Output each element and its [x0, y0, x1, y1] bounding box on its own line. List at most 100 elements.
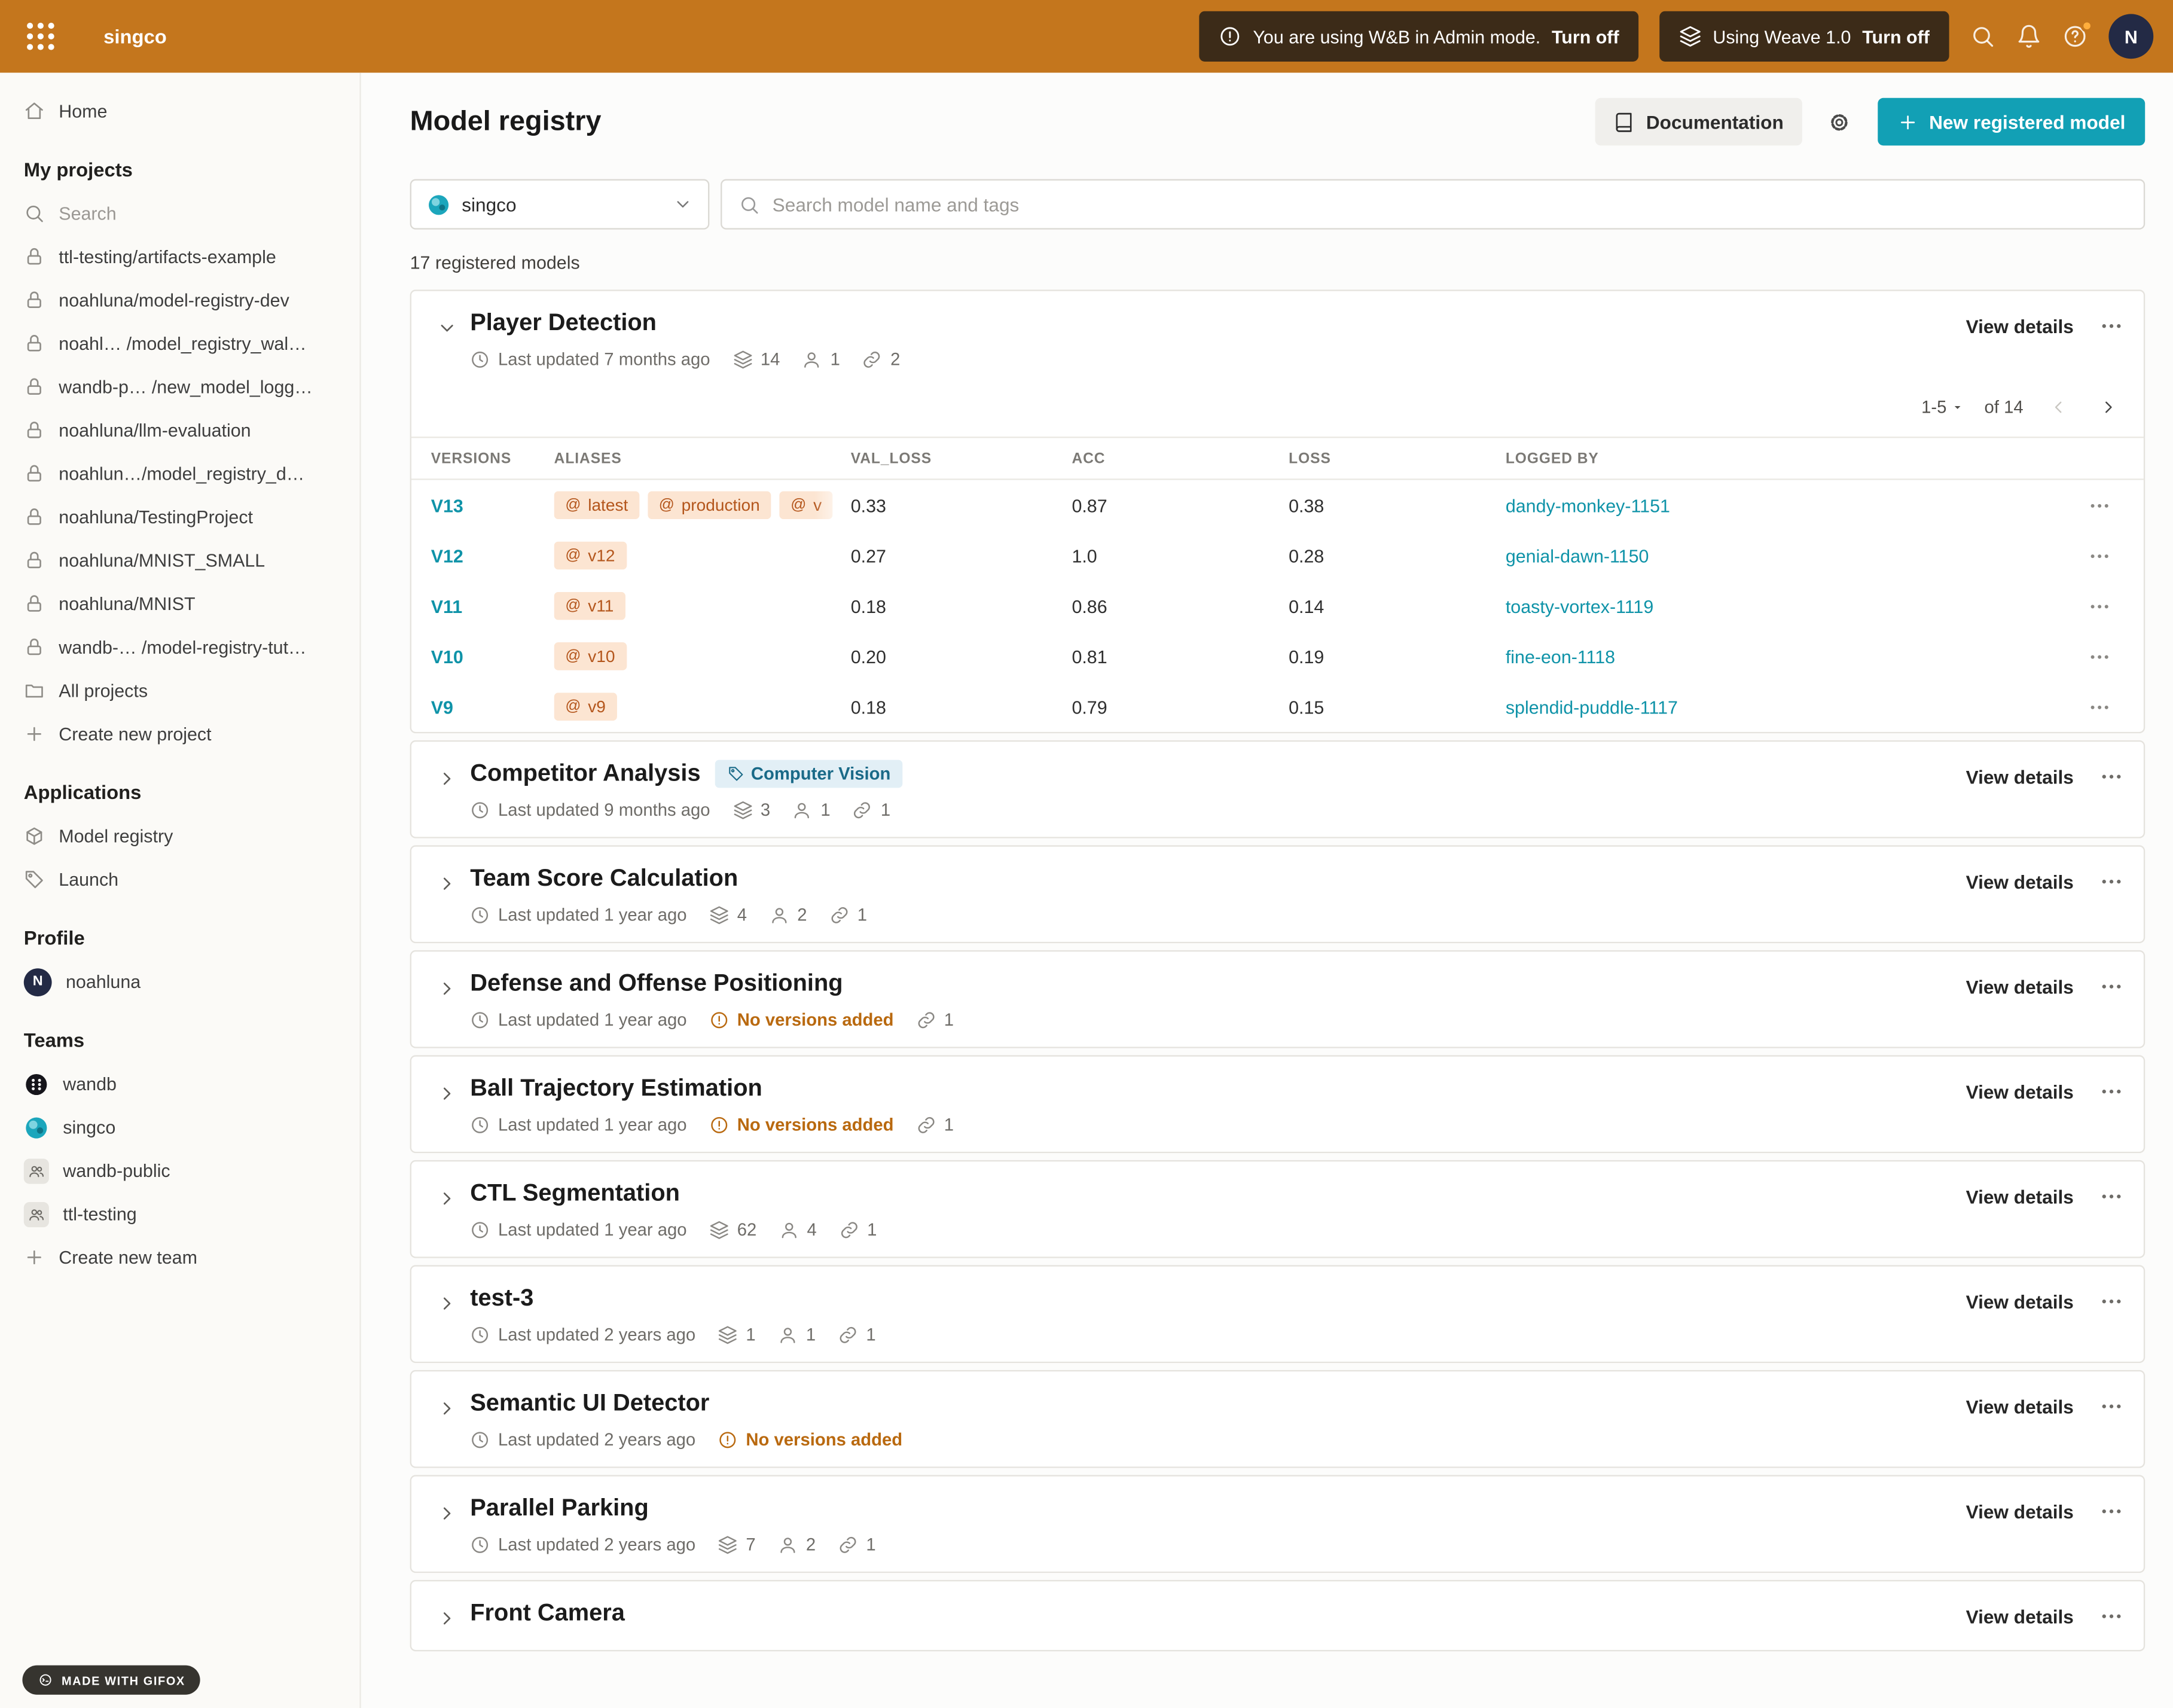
sidebar-item-model-registry[interactable]: Model registry	[0, 815, 359, 858]
wandb-logo-icon[interactable]	[20, 16, 62, 57]
help-icon[interactable]	[2062, 24, 2087, 49]
sidebar-team-wandb[interactable]: wandb	[0, 1062, 359, 1106]
view-details-button[interactable]: View details	[1966, 1291, 2074, 1312]
row-menu-icon[interactable]	[2087, 695, 2144, 719]
sidebar-search-input[interactable]	[59, 203, 335, 224]
model-title[interactable]: Defense and Offense Positioning	[470, 970, 843, 998]
next-page-button[interactable]	[2093, 392, 2124, 422]
expand-chevron[interactable]	[431, 1288, 462, 1318]
more-menu-icon[interactable]	[2099, 1604, 2124, 1629]
expand-chevron[interactable]	[431, 1182, 462, 1213]
sidebar-item-launch[interactable]: Launch	[0, 858, 359, 901]
sidebar-team-wandb-public[interactable]: wandb-public	[0, 1149, 359, 1192]
layers-icon	[718, 1535, 738, 1555]
expand-chevron[interactable]	[431, 972, 462, 1003]
bell-icon[interactable]	[2016, 24, 2041, 49]
sidebar-project-item[interactable]: noahluna/model-registry-dev	[0, 279, 359, 322]
model-title[interactable]: test-3	[470, 1285, 533, 1313]
new-registered-model-button[interactable]: New registered model	[1878, 98, 2145, 146]
expand-chevron[interactable]	[431, 868, 462, 898]
expand-chevron[interactable]	[431, 1392, 462, 1423]
sidebar-project-item[interactable]: noahlun…/model_registry_d…	[0, 452, 359, 496]
version-link[interactable]: V11	[431, 596, 554, 617]
more-menu-icon[interactable]	[2099, 1289, 2124, 1314]
view-details-button[interactable]: View details	[1966, 976, 2074, 997]
row-menu-icon[interactable]	[2087, 544, 2144, 568]
sidebar-project-item[interactable]: noahluna/TestingProject	[0, 495, 359, 539]
more-menu-icon[interactable]	[2099, 1184, 2124, 1209]
view-details-button[interactable]: View details	[1966, 1186, 2074, 1207]
page-size-dropdown[interactable]: 1-5	[1921, 398, 1965, 417]
more-menu-icon[interactable]	[2099, 1394, 2124, 1419]
settings-button[interactable]	[1816, 98, 1864, 146]
view-details-button[interactable]: View details	[1966, 316, 2074, 337]
prev-page-button[interactable]	[2043, 392, 2073, 422]
model-title[interactable]: Front Camera	[470, 1600, 625, 1628]
view-details-button[interactable]: View details	[1966, 1606, 2074, 1627]
new-model-label: New registered model	[1929, 111, 2125, 132]
weave-turn-off-button[interactable]: Turn off	[1862, 26, 1930, 47]
user-avatar[interactable]: N	[2108, 14, 2153, 59]
more-menu-icon[interactable]	[2099, 1079, 2124, 1104]
sidebar-project-item[interactable]: noahluna/MNIST	[0, 582, 359, 626]
project-label: wandb-p… /new_model_logg…	[59, 376, 312, 397]
expand-chevron[interactable]	[431, 1078, 462, 1108]
expand-chevron[interactable]	[431, 1602, 462, 1633]
more-menu-icon[interactable]	[2099, 869, 2124, 894]
model-search-input[interactable]	[773, 194, 2127, 215]
model-title[interactable]: CTL Segmentation	[470, 1180, 680, 1208]
documentation-button[interactable]: Documentation	[1596, 98, 1802, 146]
version-link[interactable]: V13	[431, 495, 554, 516]
view-details-button[interactable]: View details	[1966, 766, 2074, 787]
sidebar-item-home[interactable]: Home	[0, 90, 359, 133]
sidebar-project-item[interactable]: noahluna/MNIST_SMALL	[0, 539, 359, 582]
run-link[interactable]: toasty-vortex-1119	[1506, 596, 2087, 617]
more-menu-icon[interactable]	[2099, 974, 2124, 999]
pagination-total: of 14	[1985, 398, 2024, 417]
view-details-button[interactable]: View details	[1966, 1081, 2074, 1102]
sidebar-search[interactable]	[0, 192, 359, 236]
sidebar-project-item[interactable]: wandb-p… /new_model_logg…	[0, 365, 359, 409]
run-link[interactable]: dandy-monkey-1151	[1506, 495, 2087, 516]
sidebar-item-profile[interactable]: N noahluna	[0, 960, 359, 1004]
sidebar-team-singco[interactable]: singco	[0, 1106, 359, 1149]
run-link[interactable]: fine-eon-1118	[1506, 646, 2087, 667]
row-menu-icon[interactable]	[2087, 645, 2144, 669]
model-title[interactable]: Semantic UI Detector	[470, 1390, 709, 1418]
model-title[interactable]: Competitor Analysis	[470, 760, 700, 788]
view-details-button[interactable]: View details	[1966, 1501, 2074, 1522]
more-menu-icon[interactable]	[2099, 764, 2124, 789]
run-link[interactable]: genial-dawn-1150	[1506, 545, 2087, 566]
collapse-chevron[interactable]	[431, 312, 462, 343]
version-link[interactable]: V12	[431, 545, 554, 566]
sidebar-team-ttl-testing[interactable]: ttl-testing	[0, 1192, 359, 1236]
view-details-button[interactable]: View details	[1966, 1396, 2074, 1417]
more-menu-icon[interactable]	[2099, 313, 2124, 338]
expand-chevron[interactable]	[431, 1497, 462, 1528]
model-title[interactable]: Parallel Parking	[470, 1494, 649, 1523]
model-title[interactable]: Player Detection	[470, 309, 657, 337]
version-link[interactable]: V10	[431, 646, 554, 667]
more-menu-icon[interactable]	[2099, 1499, 2124, 1524]
view-details-button[interactable]: View details	[1966, 871, 2074, 892]
sidebar-item-all-projects[interactable]: All projects	[0, 669, 359, 713]
row-menu-icon[interactable]	[2087, 594, 2144, 618]
sidebar-project-item[interactable]: wandb-… /model-registry-tut…	[0, 626, 359, 669]
sidebar-project-item[interactable]: noahl… /model_registry_wal…	[0, 322, 359, 365]
sidebar-item-create-project[interactable]: Create new project	[0, 712, 359, 756]
row-menu-icon[interactable]	[2087, 493, 2144, 517]
search-icon[interactable]	[1970, 24, 1995, 49]
admin-turn-off-button[interactable]: Turn off	[1552, 26, 1619, 47]
model-title[interactable]: Ball Trajectory Estimation	[470, 1075, 762, 1103]
expand-chevron[interactable]	[431, 762, 462, 793]
version-link[interactable]: V9	[431, 696, 554, 717]
run-link[interactable]: splendid-puddle-1117	[1506, 696, 2087, 717]
sidebar-item-create-team[interactable]: Create new team	[0, 1236, 359, 1279]
model-card: Parallel Parking Last updated 2 years ag…	[410, 1475, 2145, 1573]
team-selector[interactable]: singco	[410, 179, 710, 230]
sidebar-project-item[interactable]: ttl-testing/artifacts-example	[0, 235, 359, 279]
model-title[interactable]: Team Score Calculation	[470, 865, 738, 893]
sidebar-project-item[interactable]: noahluna/llm-evaluation	[0, 408, 359, 452]
category-tag[interactable]: Computer Vision	[715, 760, 903, 788]
model-search	[721, 179, 2145, 230]
